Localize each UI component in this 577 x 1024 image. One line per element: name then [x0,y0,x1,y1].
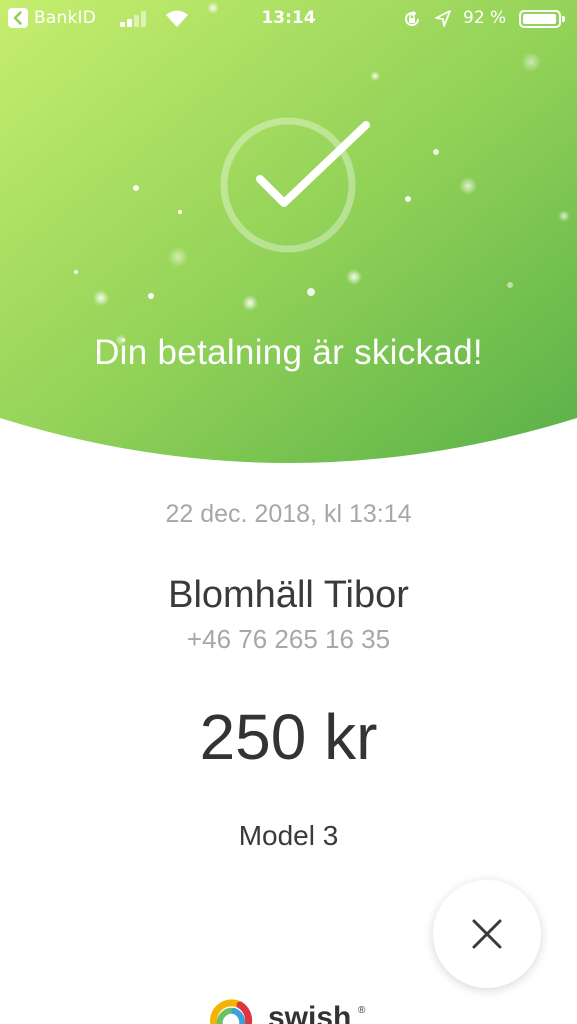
close-icon [472,919,502,949]
success-header: BankID 13:14 92 % Din betalning är skick… [0,0,577,470]
recipient-name: Blomhäll Tibor [168,574,409,616]
close-button[interactable] [433,880,541,988]
swish-wordmark: swish [268,1001,352,1024]
battery-percentage: 92 % [463,8,507,28]
battery-icon [519,10,565,28]
payment-date: 22 dec. 2018, kl 13:14 [165,500,412,528]
rotation-lock-icon [405,10,420,27]
payment-amount: 250 kr [199,701,378,773]
location-arrow-icon [435,10,451,27]
registered-mark: ® [358,1005,366,1016]
swish-logo: swish ® [204,995,374,1024]
status-bar: BankID 13:14 92 % [0,0,577,38]
payment-message: Model 3 [238,820,339,851]
check-circle-icon [220,117,370,253]
recipient-phone: +46 76 265 16 35 [186,624,391,654]
success-title: Din betalning är skickad! [94,333,483,372]
swish-symbol-icon [210,999,253,1024]
